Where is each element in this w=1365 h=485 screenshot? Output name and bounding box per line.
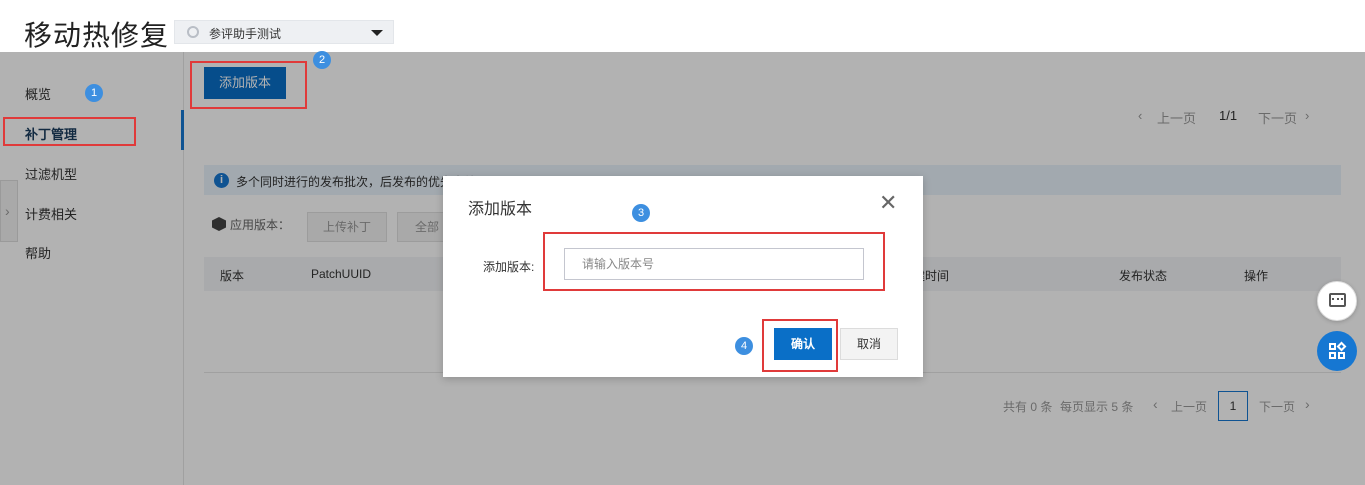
dialog-title: 添加版本 — [468, 201, 533, 218]
app-selector[interactable]: 参评助手测试 — [174, 20, 394, 44]
step-badge-2: 2 — [313, 51, 331, 69]
apps-icon — [1329, 343, 1336, 350]
step-badge-4: 4 — [735, 337, 753, 355]
version-field-label: 添加版本: — [483, 260, 535, 274]
chevron-down-icon — [371, 30, 383, 36]
apps-icon-part — [1338, 352, 1345, 359]
highlight-box-confirm — [762, 319, 838, 372]
highlight-box-add-version — [190, 61, 307, 109]
feedback-button[interactable] — [1317, 281, 1357, 321]
page-title: 移动热修复 — [24, 20, 170, 51]
step-badge-3: 3 — [632, 204, 650, 222]
cancel-button[interactable]: 取消 — [840, 328, 898, 360]
app-selector-value: 参评助手测试 — [209, 27, 282, 41]
chat-icon — [1329, 293, 1346, 307]
apps-icon-part — [1329, 352, 1336, 359]
close-icon[interactable]: ✕ — [879, 192, 897, 214]
chat-icon-dots — [1332, 298, 1343, 300]
highlight-box-sidebar — [3, 117, 136, 146]
apps-icon-part — [1336, 341, 1347, 352]
apps-button[interactable] — [1317, 331, 1357, 371]
top-bar: 移动热修复 参评助手测试 — [0, 0, 1365, 52]
step-badge-1: 1 — [85, 84, 103, 102]
app-icon — [187, 26, 199, 38]
highlight-box-input — [543, 232, 885, 291]
